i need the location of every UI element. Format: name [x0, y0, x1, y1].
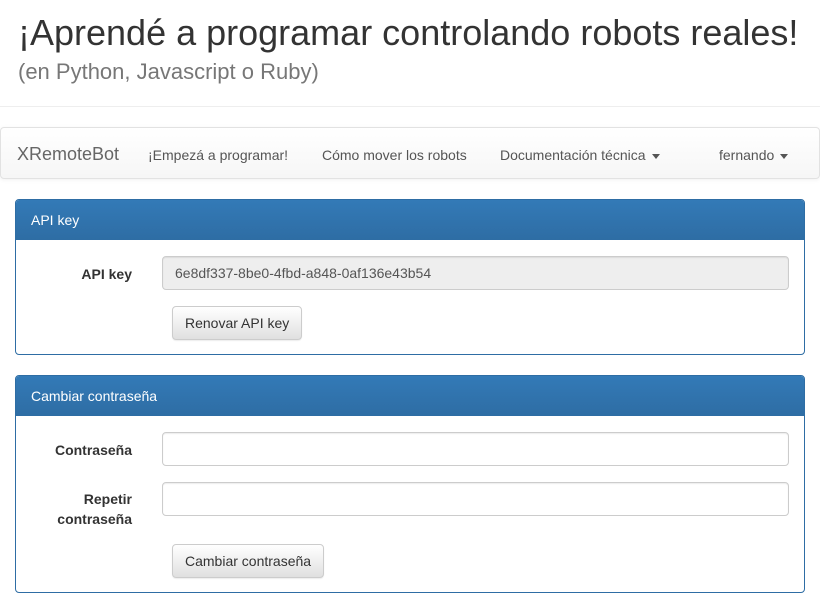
page-header: ¡Aprendé a programar controlando robots …: [0, 0, 820, 107]
page-subtitle: (en Python, Javascript o Ruby): [18, 59, 319, 84]
change-password-panel-heading: Cambiar contraseña: [16, 376, 804, 416]
nav-user-label: fernando: [719, 147, 775, 163]
password-field[interactable]: [162, 432, 789, 466]
navbar: XRemoteBot ¡Empezá a programar! Cómo mov…: [0, 127, 820, 179]
nav-item-move-robots[interactable]: Cómo mover los robots: [322, 147, 467, 163]
caret-down-icon: [780, 153, 789, 159]
nav-item-tech-docs[interactable]: Documentación técnica: [500, 147, 660, 163]
nav-item-start-programming[interactable]: ¡Empezá a programar!: [148, 147, 288, 163]
api-key-field[interactable]: [162, 256, 789, 290]
repeat-password-label-line2: contraseña: [57, 511, 132, 527]
change-password-button[interactable]: Cambiar contraseña: [172, 544, 325, 578]
password-label: Contraseña: [54, 442, 132, 458]
change-password-panel: Cambiar contraseña Contraseña Repetir co…: [15, 375, 805, 593]
navbar-brand[interactable]: XRemoteBot: [17, 144, 119, 165]
nav-item-tech-docs-label: Documentación técnica: [500, 147, 646, 163]
api-key-panel-heading: API key: [16, 200, 804, 240]
api-key-panel: API key API key Renovar API key: [15, 199, 805, 355]
nav-user-menu[interactable]: fernando: [719, 147, 789, 163]
page-title: ¡Aprendé a programar controlando robots …: [18, 12, 799, 53]
api-key-label: API key: [81, 266, 132, 282]
renew-api-key-button[interactable]: Renovar API key: [172, 306, 303, 340]
repeat-password-label-line1: Repetir: [83, 491, 132, 507]
repeat-password-label: Repetir contraseña: [16, 489, 132, 529]
caret-down-icon: [651, 153, 660, 159]
repeat-password-field[interactable]: [162, 482, 789, 516]
